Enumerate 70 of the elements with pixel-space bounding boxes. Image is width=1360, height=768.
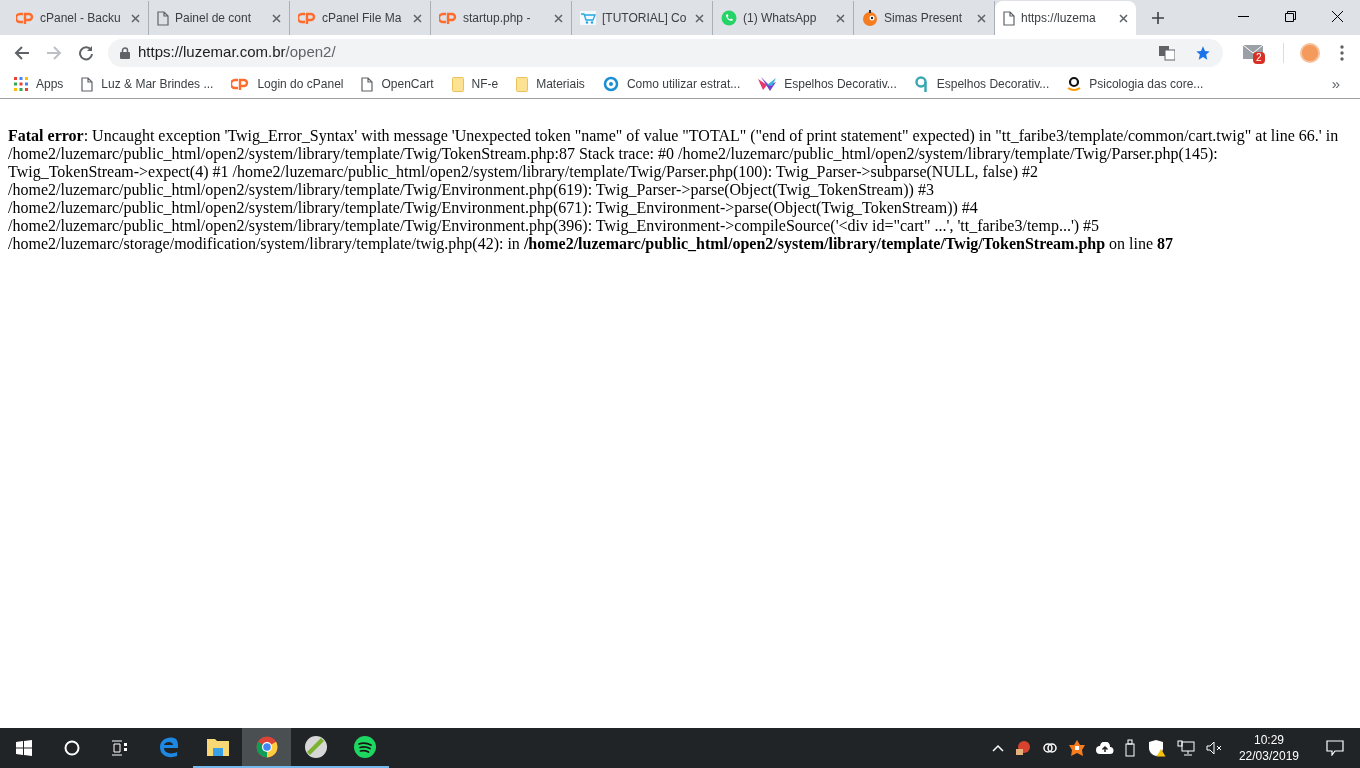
task-view-icon[interactable] bbox=[111, 740, 129, 756]
close-icon[interactable] bbox=[1119, 13, 1128, 23]
clock[interactable]: 10:29 22/03/2019 bbox=[1234, 732, 1303, 764]
new-tab-icon[interactable] bbox=[1152, 12, 1164, 24]
smile-logo-icon bbox=[1067, 76, 1082, 92]
bookmark-item[interactable]: Login do cPanel bbox=[231, 75, 344, 93]
bookmark-item[interactable]: Luz & Mar Brindes ... bbox=[81, 75, 214, 93]
bookmark-item[interactable]: OpenCart bbox=[361, 75, 434, 93]
close-icon[interactable] bbox=[695, 13, 704, 23]
cleaner-icon[interactable] bbox=[1014, 740, 1031, 756]
bookmark-item[interactable]: NF-e bbox=[451, 75, 499, 93]
cart-icon bbox=[580, 11, 596, 25]
letter-q-icon bbox=[914, 76, 929, 92]
lock-icon bbox=[120, 46, 130, 59]
close-icon[interactable] bbox=[413, 13, 422, 23]
close-icon[interactable] bbox=[836, 13, 845, 23]
folder-icon bbox=[516, 76, 529, 92]
address-bar[interactable]: https://luzemar.com.br/open2/ bbox=[108, 38, 1223, 67]
apps-grid-icon bbox=[14, 77, 28, 91]
close-window-icon[interactable] bbox=[1332, 11, 1343, 22]
browser-e-icon bbox=[157, 736, 180, 758]
reload-icon[interactable] bbox=[78, 44, 94, 61]
cp-logo-icon bbox=[439, 12, 457, 24]
usb-drive-icon[interactable] bbox=[1124, 739, 1137, 757]
bookmark-item[interactable]: Como utilizar estrat... bbox=[602, 75, 741, 93]
antivirus-icon[interactable] bbox=[1068, 740, 1085, 756]
shield-warning-icon[interactable] bbox=[1147, 739, 1166, 757]
more-bookmarks-button[interactable]: » bbox=[1331, 72, 1346, 96]
chrome-icon bbox=[255, 736, 278, 758]
bookmark-item[interactable]: Espelhos Decorativ... bbox=[914, 75, 1050, 93]
url-text: https://luzemar.com.br/open2/ bbox=[138, 42, 336, 63]
page-icon bbox=[1003, 10, 1015, 26]
cp-logo-icon bbox=[16, 12, 34, 24]
translate-icon[interactable] bbox=[1159, 44, 1175, 61]
error-message: Fatal error: Uncaught exception 'Twig_Error_Syntax' with message 'Unexpected token "name" of value "TOTAL" ("end of print statement" expected) in "tt_faribe3/template/common/cart.twig" at line 66.' in /home2/luzemarc/public_html/open2/system/library/template/Twig/TokenStream.php:87 Stack trace: #0 /home2/luzemarc/public_html/open2/system/library/template/Twig/Parser.php(145): Twig_TokenStream->expect(4) #1 /home2/luzemarc/public_html/open2/system/library/template/Twig/Parser.php(100): Twig_Parser->subparse(NULL, false) #2 /home2/luzemarc/public_html/open2/system/library/template/Twig/Environment.php(619): Twig_Parser->parse(Object(Twig_TokenStream)) #3 /home2/luzemarc/public_html/open2/system/library/template/Twig/Environment.php(671): Twig_Environment->parse(Object(Twig_TokenStream)) #4 /home2/luzemarc/public_html/open2/system/library/template/Twig/Environment.php(396): Twig_Environment->compileSource('<div id="cart" ...', 'tt_faribe3/temp...') #5 /home2/luzemarc/storage/modification/system/library/template/twig.php(42): in /home2/luzemarc/public_html/open2/system/library/template/Twig/TokenStream.php on line 87 bbox=[8, 127, 1340, 253]
chat-bubble-icon bbox=[721, 10, 737, 26]
chevron-up-icon[interactable] bbox=[991, 744, 1004, 752]
cloud-upload-icon[interactable] bbox=[1095, 742, 1114, 754]
page-icon bbox=[81, 76, 94, 92]
back-icon[interactable] bbox=[14, 44, 30, 61]
bookmark-item[interactable]: Apps bbox=[14, 75, 64, 93]
bookmark-item[interactable]: Espelhos Decorativ... bbox=[758, 75, 897, 93]
close-icon[interactable] bbox=[272, 13, 281, 23]
bookmark-star-icon[interactable] bbox=[1195, 44, 1211, 61]
page-icon bbox=[157, 10, 169, 26]
close-icon[interactable] bbox=[131, 13, 140, 23]
cp-logo-icon bbox=[298, 12, 316, 24]
search-icon[interactable] bbox=[64, 740, 80, 756]
close-icon[interactable] bbox=[977, 13, 986, 23]
restore-icon[interactable] bbox=[1285, 11, 1296, 22]
unread-badge: 2 bbox=[1253, 51, 1265, 64]
ring-icon bbox=[602, 76, 619, 92]
menu-icon[interactable] bbox=[1340, 44, 1344, 61]
folder-icon bbox=[451, 76, 464, 92]
browser-tab[interactable]: https://luzema bbox=[995, 1, 1136, 35]
cp-logo-icon bbox=[231, 78, 250, 90]
close-icon[interactable] bbox=[554, 13, 563, 23]
muted-speaker-icon[interactable] bbox=[1205, 741, 1224, 755]
bookmark-item[interactable]: Materiais bbox=[516, 75, 585, 93]
bookmark-item[interactable]: Psicologia das core... bbox=[1067, 75, 1204, 93]
spotify-icon bbox=[353, 736, 376, 758]
link-icon[interactable] bbox=[1041, 742, 1058, 754]
pumpkin-icon bbox=[862, 10, 878, 26]
notification-icon[interactable] bbox=[1326, 740, 1344, 756]
network-icon[interactable] bbox=[1176, 740, 1195, 756]
folder-icon bbox=[206, 737, 229, 757]
page-icon bbox=[361, 76, 374, 92]
taskbar-app[interactable] bbox=[242, 728, 291, 768]
windows-logo-icon[interactable] bbox=[16, 740, 32, 756]
bird-icon bbox=[758, 77, 777, 91]
